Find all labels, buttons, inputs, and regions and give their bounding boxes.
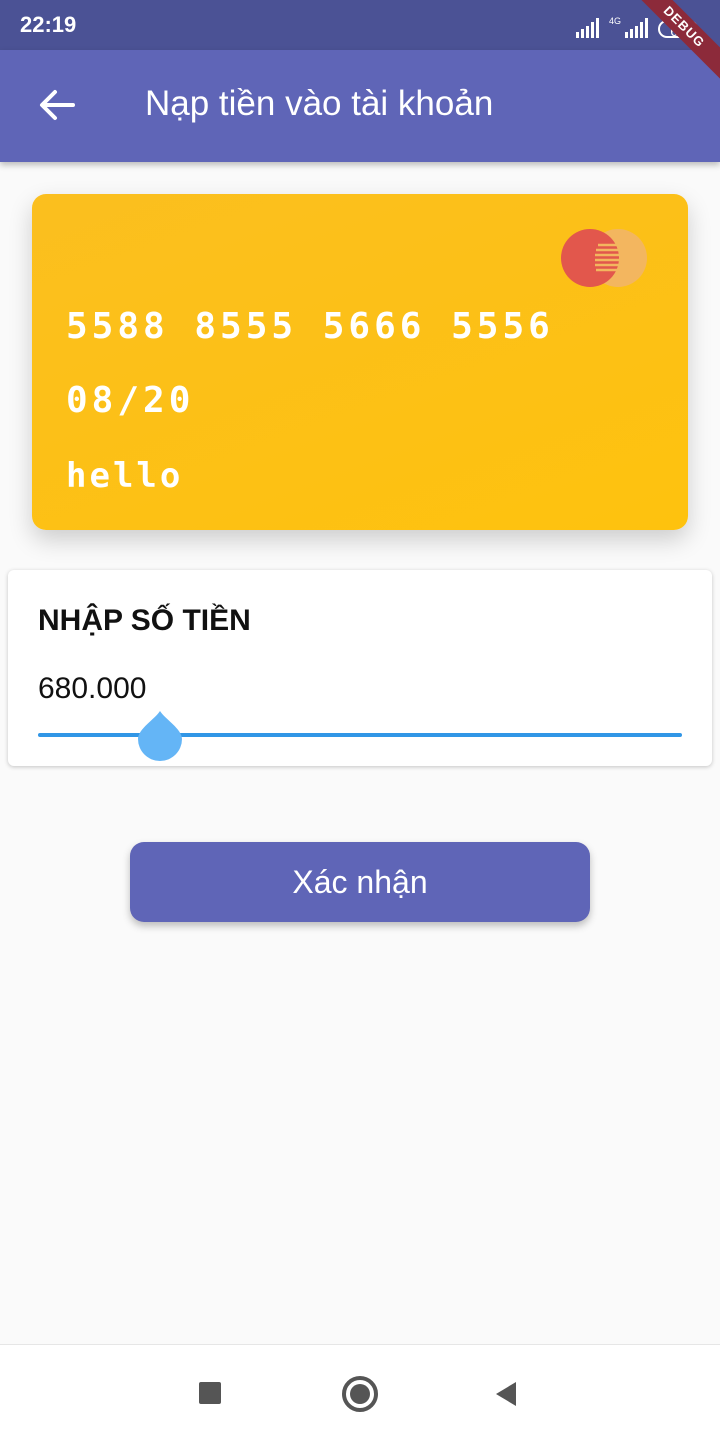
credit-card: 5588 8555 5666 5556 08/20 hello [32,194,688,530]
app-bar: Nạp tiền vào tài khoản [0,50,720,162]
back-icon[interactable] [494,1381,518,1407]
card-number: 5588 8555 5666 5556 [66,306,554,347]
navigation-bar [0,1344,720,1441]
confirm-button[interactable]: Xác nhận [130,842,590,922]
status-time: 22:19 [20,12,77,37]
mastercard-logo [561,229,647,287]
amount-heading: NHẬP SỐ TIỀN [38,604,251,637]
home-icon[interactable] [342,1376,378,1412]
card-expiry: 08/20 [66,380,195,421]
signal-icon [575,16,599,38]
card-holder-name: hello [66,456,184,496]
amount-panel: NHẬP SỐ TIỀN 680.000 [8,570,712,766]
slider-thumb[interactable] [137,709,183,761]
page-title: Nạp tiền vào tài khoản [145,84,494,123]
recent-apps-icon[interactable] [199,1382,221,1404]
amount-slider[interactable] [38,711,682,761]
status-bar: 22:19 4G 62 [0,0,720,50]
network-type-label: 4G [608,16,621,26]
back-button[interactable] [34,82,80,128]
arrow-left-icon [40,90,75,120]
amount-value: 680.000 [38,672,147,705]
signal-4g-icon [625,16,648,38]
